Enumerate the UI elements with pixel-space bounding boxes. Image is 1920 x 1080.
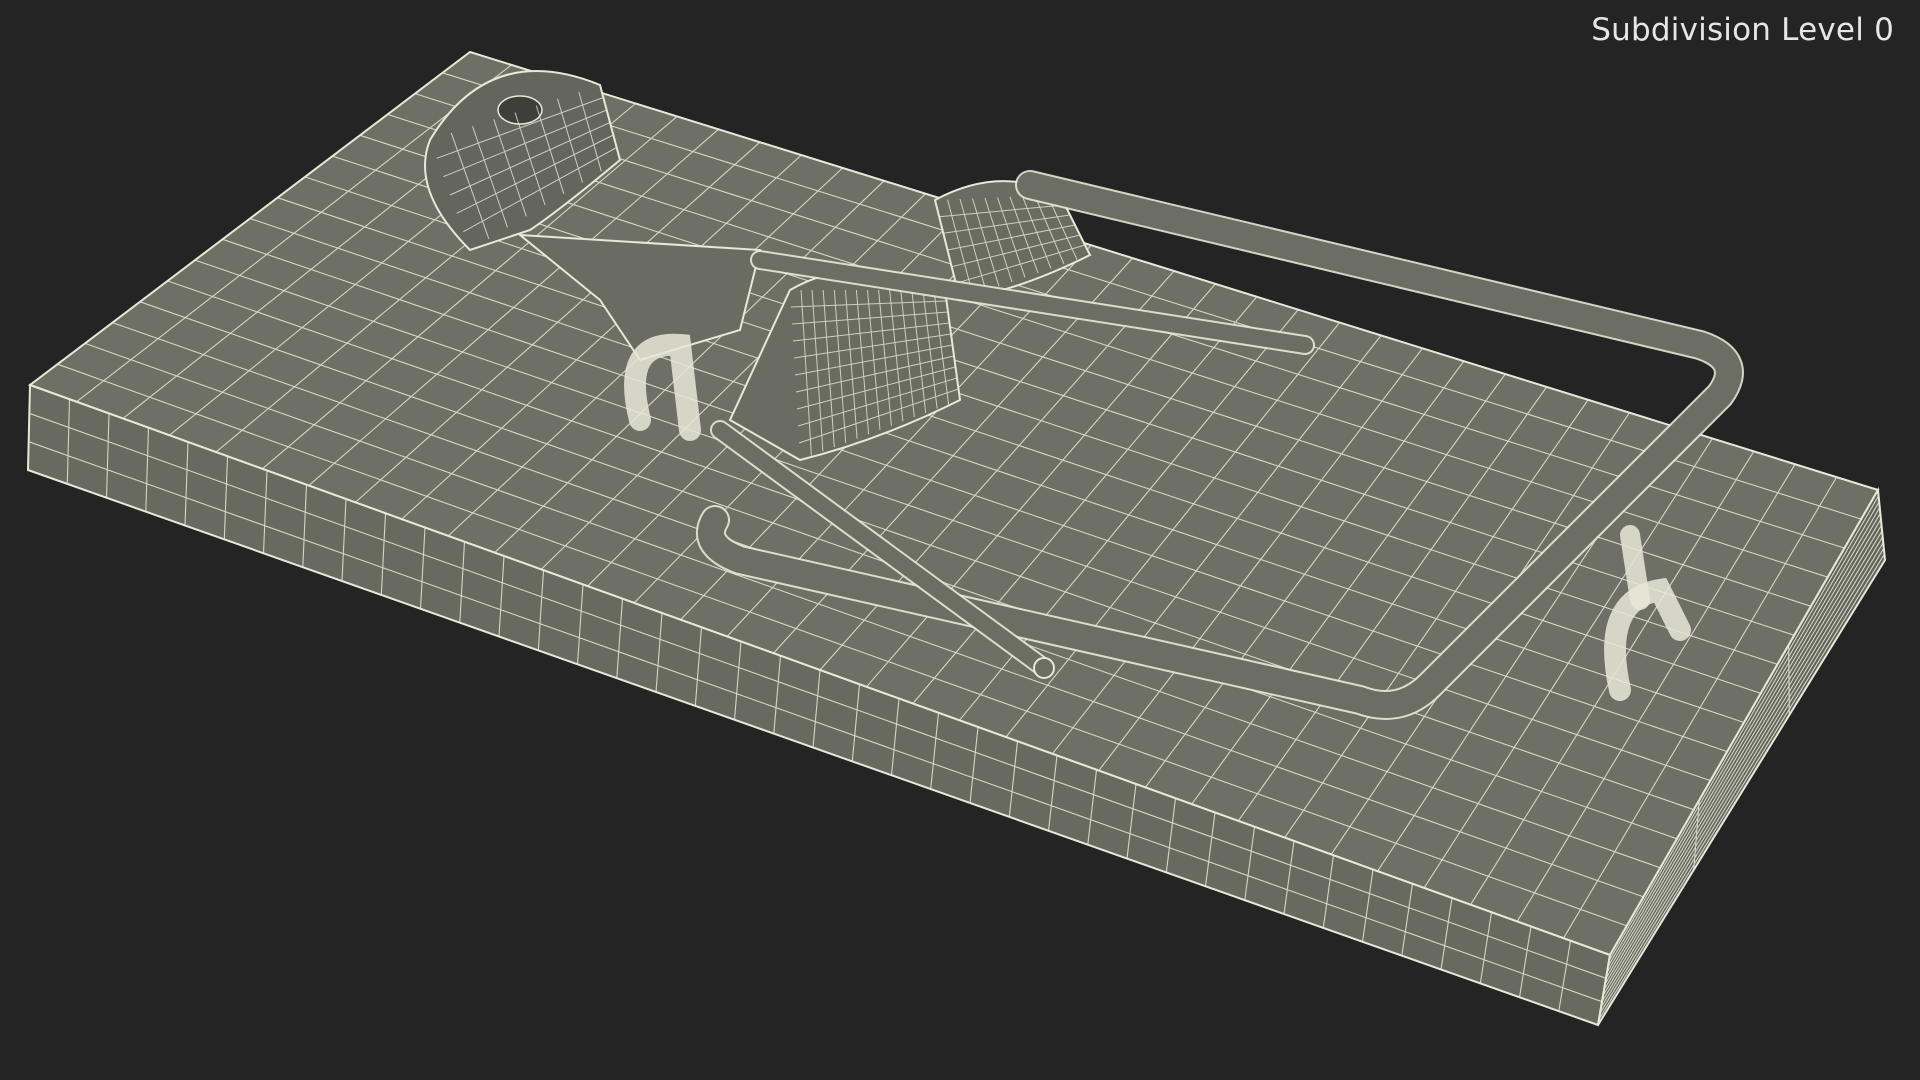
- mousetrap-wireframe-render: [26, 50, 1887, 1027]
- subdivision-level-label: Subdivision Level 0: [1591, 12, 1894, 48]
- bait-pedal-hole: [497, 95, 543, 125]
- staple-right-back: [1620, 525, 1650, 610]
- render-viewport: Subdivision Level 0: [0, 0, 1920, 1080]
- trigger-wire-end: [1033, 657, 1055, 679]
